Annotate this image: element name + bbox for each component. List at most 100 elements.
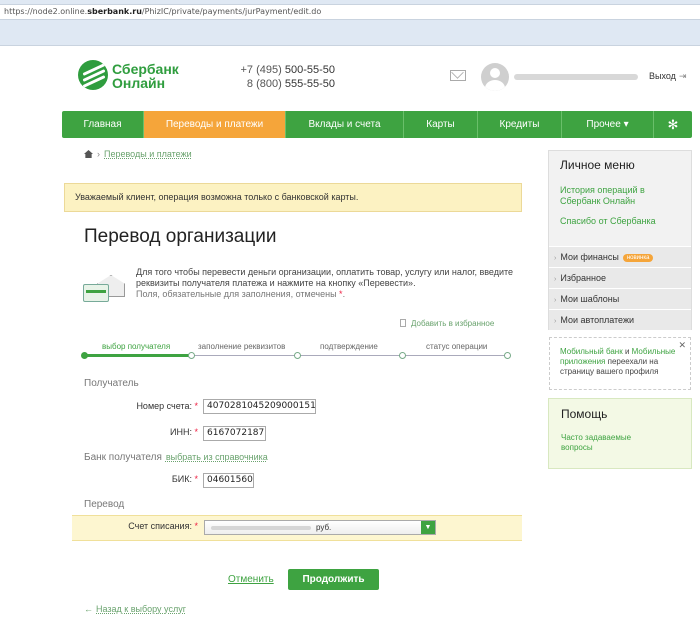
- bik-field[interactable]: 046015602: [203, 473, 254, 488]
- continue-button[interactable]: Продолжить: [288, 569, 379, 590]
- nav-item-transfers[interactable]: Переводы и платежи: [144, 111, 286, 138]
- logout-label: Выход: [649, 71, 676, 81]
- avatar[interactable]: [481, 63, 509, 91]
- breadcrumb: › Переводы и платежи: [84, 149, 192, 159]
- sidebar-item-label: Избранное: [560, 273, 606, 283]
- step-dot-1: [81, 352, 88, 359]
- back-to-services-link[interactable]: ← Назад к выбору услуг: [84, 604, 186, 614]
- required-star: *: [194, 427, 198, 437]
- notice-banner: Уважаемый клиент, операция возможна толь…: [64, 183, 522, 212]
- gear-icon[interactable]: ✻: [654, 111, 692, 138]
- required-star: *: [194, 401, 198, 411]
- required-note-dot: .: [342, 289, 346, 299]
- bank-section-title: Банк получателя выбрать из справочника: [84, 452, 268, 463]
- page-title: Перевод организации: [84, 226, 277, 247]
- arrow-right-icon: ›: [554, 318, 557, 325]
- step-dot-5: [504, 352, 511, 359]
- bookmark-icon: [400, 319, 406, 327]
- phone1-number: 500-55-50: [284, 64, 335, 76]
- faq-link[interactable]: Часто задаваемые вопросы: [561, 433, 661, 453]
- step-dot-4: [399, 352, 406, 359]
- step-dot-3: [294, 352, 301, 359]
- step-label-1: выбор получателя: [102, 342, 171, 351]
- add-to-favorites-link[interactable]: Добавить в избранное: [400, 319, 494, 328]
- logo-line2: Онлайн: [112, 75, 166, 91]
- inn-label-text: ИНН:: [170, 427, 192, 437]
- back-label: Назад к выбору услуг: [96, 604, 186, 614]
- intro-text: Для того чтобы перевести деньги организа…: [136, 267, 516, 300]
- sidebar-item-label: Мои шаблоны: [560, 294, 620, 304]
- personal-menu-title: Личное меню: [560, 158, 635, 172]
- url-path: /PhizIC/private/payments/jurPayment/edit…: [141, 7, 322, 16]
- account-label-text: Номер счета:: [136, 401, 192, 411]
- debit-account-label: Счет списания: *: [110, 521, 198, 531]
- logo-text: Сбербанк Онлайн: [112, 62, 179, 90]
- chevron-down-icon[interactable]: ▼: [421, 521, 435, 534]
- nav-item-other[interactable]: Прочее ▾: [562, 111, 654, 138]
- arrow-left-icon: ←: [84, 604, 93, 614]
- breadcrumb-transfers[interactable]: Переводы и платежи: [104, 149, 192, 159]
- promo-and: и: [624, 347, 630, 356]
- history-link[interactable]: История операций в Сбербанк Онлайн: [560, 185, 685, 207]
- account-number-field[interactable]: 40702810452090001515: [203, 399, 316, 414]
- step-label-4: статус операции: [426, 342, 488, 351]
- logo-line1: Сбербанк: [112, 61, 179, 77]
- browser-toolbar: https://node2.online.sberbank.ru/PhizIC/…: [0, 0, 700, 46]
- account-label: Номер счета: *: [110, 401, 198, 411]
- debit-currency: руб.: [316, 523, 332, 532]
- inn-field[interactable]: 6167072187: [203, 426, 266, 441]
- payment-card-icon: [83, 275, 125, 305]
- new-badge: новинка: [622, 254, 654, 262]
- arrow-right-icon: ›: [554, 297, 557, 304]
- username-placeholder[interactable]: [514, 74, 638, 80]
- mobile-bank-link[interactable]: Мобильный банк: [560, 347, 623, 356]
- sidebar-item-autopayments[interactable]: › Мои автоплатежи: [549, 309, 691, 330]
- sidebar-item-finances[interactable]: › Мои финансы новинка: [549, 246, 691, 267]
- choose-from-directory-link[interactable]: выбрать из справочника: [166, 452, 268, 462]
- debit-account-select[interactable]: руб. ▼: [204, 520, 436, 535]
- logo-icon: [78, 60, 108, 90]
- required-star: *: [194, 521, 198, 531]
- sidebar-item-templates[interactable]: › Мои шаблоны: [549, 288, 691, 309]
- phone1-code: +7 (495): [240, 64, 282, 76]
- nav-item-home[interactable]: Главная: [62, 111, 144, 138]
- arrow-right-icon: ›: [554, 276, 557, 283]
- cancel-link[interactable]: Отменить: [228, 574, 274, 585]
- step-dot-2: [188, 352, 195, 359]
- sidebar-item-favorites[interactable]: › Избранное: [549, 267, 691, 288]
- close-icon[interactable]: ✕: [678, 340, 686, 350]
- progress-steps: выбор получателя заполнение реквизитов п…: [81, 342, 511, 362]
- favorites-label: Добавить в избранное: [411, 319, 495, 328]
- bik-label-text: БИК:: [171, 474, 192, 484]
- bik-label: БИК: *: [110, 474, 198, 484]
- step-label-2: заполнение реквизитов: [198, 342, 286, 351]
- required-star: *: [194, 474, 198, 484]
- recipient-section-title: Получатель: [84, 378, 139, 389]
- arrow-right-icon: ›: [554, 255, 557, 262]
- logout-icon: ⇥: [678, 71, 687, 81]
- address-bar[interactable]: https://node2.online.sberbank.ru/PhizIC/…: [0, 4, 700, 20]
- mail-icon[interactable]: [450, 70, 466, 81]
- required-note: Поля, обязательные для заполнения, отмеч…: [136, 289, 337, 299]
- main-nav: Главная Переводы и платежи Вклады и счет…: [62, 111, 692, 138]
- url-prefix: https://node2.online.: [4, 7, 88, 16]
- home-icon[interactable]: [84, 150, 93, 158]
- phone2-code: 8 (800): [246, 78, 282, 90]
- phone2-number: 555-55-50: [284, 78, 335, 90]
- bank-section-label: Банк получателя: [84, 452, 162, 463]
- nav-item-credits[interactable]: Кредиты: [478, 111, 562, 138]
- intro-description: Для того чтобы перевести деньги организа…: [136, 267, 514, 288]
- transfer-section-title: Перевод: [84, 499, 125, 510]
- step-label-3: подтверждение: [320, 342, 378, 351]
- chevron-right-icon: ›: [97, 149, 100, 159]
- spasibo-link[interactable]: Спасибо от Сбербанка: [560, 216, 685, 227]
- inn-label: ИНН: *: [110, 427, 198, 437]
- account-masked: [211, 526, 311, 530]
- help-title: Помощь: [561, 407, 608, 421]
- nav-item-cards[interactable]: Карты: [404, 111, 478, 138]
- nav-item-deposits[interactable]: Вклады и счета: [286, 111, 404, 138]
- steps-active-line: [84, 354, 194, 357]
- logout-button[interactable]: Выход ⇥: [649, 71, 686, 82]
- sidebar-item-label: Мои финансы: [560, 252, 619, 262]
- url-domain: sberbank.ru: [87, 7, 142, 16]
